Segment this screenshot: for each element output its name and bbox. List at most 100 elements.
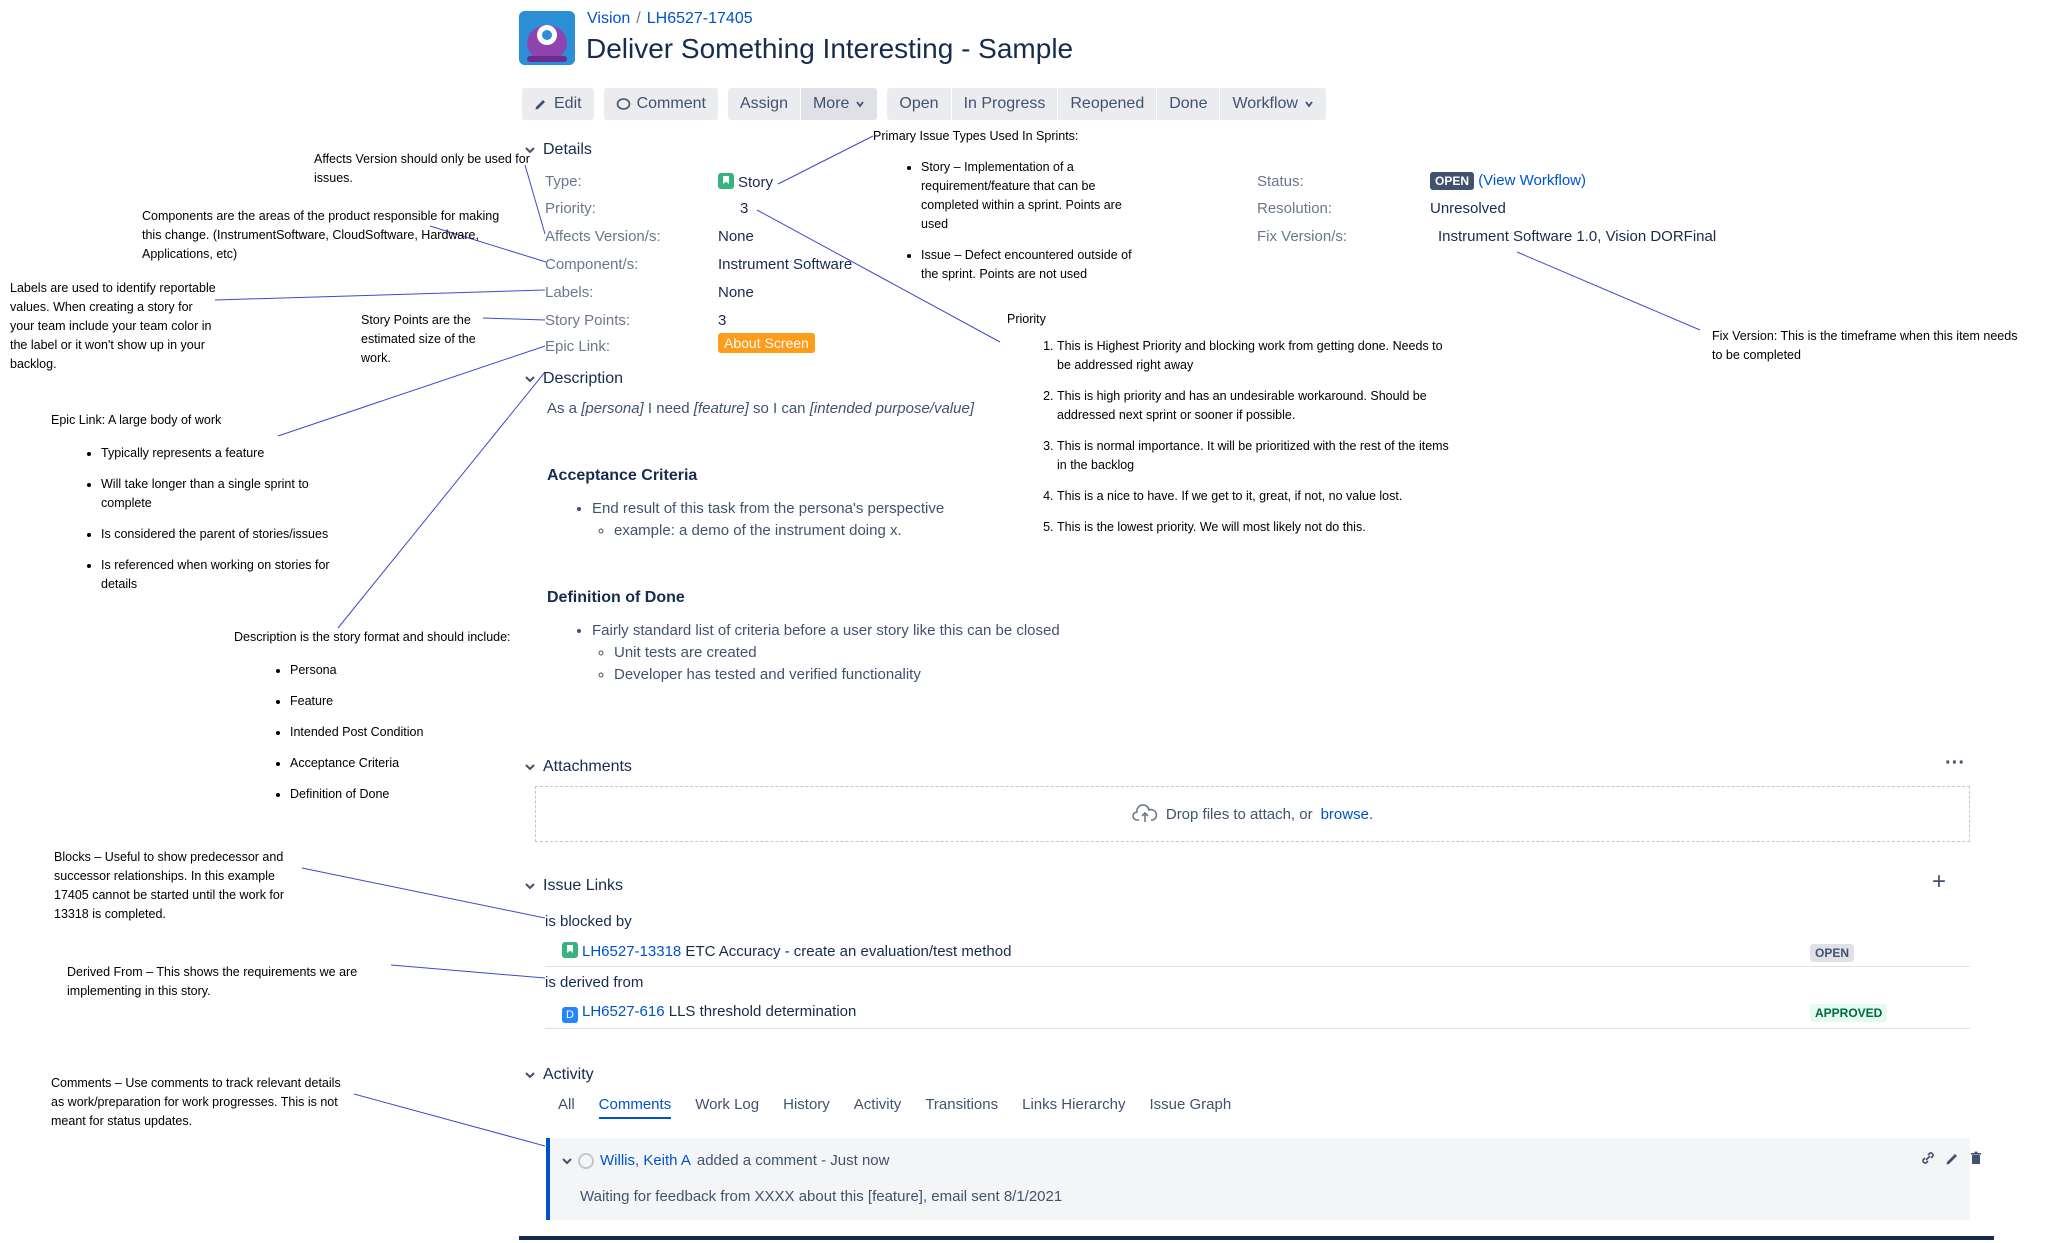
breadcrumb-project[interactable]: Vision (587, 10, 630, 27)
chevron-down-icon[interactable] (562, 1156, 572, 1166)
desc-need: I need (643, 400, 694, 417)
comment-author[interactable]: Willis, Keith A (600, 1152, 691, 1169)
list-item: This is Highest Priority and blocking wo… (1057, 337, 1457, 375)
description-section-toggle[interactable]: Description (525, 370, 623, 388)
annotation-types-title: Primary Issue Types Used In Sprints: (873, 129, 1079, 143)
issue-toolbar: Edit Comment Assign More Open In Progres… (522, 88, 1326, 120)
issue-link-row[interactable]: D LH6527-616 LLS threshold determination (562, 1003, 856, 1023)
list-item: This is the lowest priority. We will mos… (1057, 518, 1457, 537)
status-label: Status: (1257, 173, 1304, 190)
epic-link-value[interactable]: About Screen (718, 333, 815, 353)
comment-icon (616, 97, 630, 110)
chevron-down-icon (525, 1072, 535, 1079)
acceptance-criteria-heading: Acceptance Criteria (547, 467, 698, 484)
annotation-description: Description is the story format and shou… (234, 628, 554, 816)
tab-transitions[interactable]: Transitions (925, 1096, 998, 1119)
comment-label: Comment (636, 95, 706, 112)
issue-links-section-toggle[interactable]: Issue Links (525, 877, 623, 895)
blocked-by-heading: is blocked by (545, 913, 632, 930)
description-heading: Description (543, 370, 624, 387)
ellipsis-icon[interactable]: ··· (1945, 752, 1965, 775)
status-value: OPEN (View Workflow) (1430, 172, 1586, 190)
tab-links-hierarchy[interactable]: Links Hierarchy (1022, 1096, 1125, 1119)
linked-issue-key[interactable]: LH6527-616 (582, 1003, 665, 1020)
cloud-upload-icon (1132, 804, 1157, 822)
definition-of-done-list: Fairly standard list of criteria before … (570, 620, 1370, 686)
derived-from-heading: is derived from (545, 974, 644, 991)
activity-section-toggle[interactable]: Activity (525, 1066, 594, 1084)
in-progress-transition-button[interactable]: In Progress (951, 88, 1058, 120)
avatar[interactable] (578, 1152, 594, 1169)
resolution-label: Resolution: (1257, 200, 1333, 217)
list-item: Feature (290, 692, 554, 711)
open-transition-button[interactable]: Open (887, 88, 951, 120)
divider (545, 1028, 1970, 1029)
done-transition-button[interactable]: Done (1157, 88, 1220, 120)
type-label: Type: (545, 173, 582, 190)
linked-issue-key[interactable]: LH6527-13318 (582, 943, 681, 960)
annotation-affects-version: Affects Version should only be used for … (314, 152, 530, 185)
link-icon[interactable] (1920, 1150, 1936, 1166)
desc-persona: [persona] (581, 400, 644, 417)
pencil-icon[interactable] (1944, 1150, 1960, 1166)
list-item: Acceptance Criteria (290, 754, 554, 773)
browse-link[interactable]: browse. (1321, 806, 1374, 823)
type-value-text: Story (738, 174, 774, 191)
breadcrumb: Vision / LH6527-17405 (587, 10, 753, 27)
tab-activity[interactable]: Activity (854, 1096, 902, 1119)
affects-version-value: None (718, 228, 754, 245)
requirement-icon: D (562, 1007, 578, 1023)
tab-history[interactable]: History (783, 1096, 830, 1119)
list-item: Developer has tested and verified functi… (614, 664, 1370, 686)
breadcrumb-issue-key[interactable]: LH6527-17405 (647, 10, 753, 27)
story-icon (562, 942, 578, 958)
desc-as: As a (547, 400, 582, 417)
assign-button[interactable]: Assign (727, 88, 800, 120)
list-item: Definition of Done (290, 785, 554, 804)
list-item: This is high priority and has an undesir… (1057, 387, 1457, 425)
fix-version-value[interactable]: Instrument Software 1.0, Vision DORFinal (1438, 228, 1716, 245)
list-item: Is referenced when working on stories fo… (101, 556, 331, 594)
tab-work-log[interactable]: Work Log (695, 1096, 759, 1119)
status-lozenge: OPEN (1430, 172, 1475, 190)
annotation-fix-version: Fix Version: This is the timeframe when … (1712, 329, 2018, 362)
workflow-label: Workflow (1232, 95, 1298, 112)
activity-heading: Activity (543, 1066, 594, 1083)
story-points-value: 3 (718, 312, 727, 329)
fix-version-label: Fix Version/s: (1257, 228, 1348, 245)
trash-icon[interactable] (1968, 1150, 1984, 1166)
project-avatar[interactable] (519, 11, 575, 65)
edit-button[interactable]: Edit (522, 88, 594, 120)
component-label: Component/s: (545, 256, 639, 273)
tab-all[interactable]: All (558, 1096, 575, 1119)
epic-lozenge[interactable]: About Screen (718, 333, 815, 353)
comment-actions (1920, 1150, 1984, 1166)
issue-link-row[interactable]: LH6527-13318 ETC Accuracy - create an ev… (562, 942, 1011, 960)
reopened-transition-button[interactable]: Reopened (1058, 88, 1157, 120)
add-link-icon[interactable]: + (1932, 868, 1946, 896)
list-item: Typically represents a feature (101, 444, 331, 463)
component-value[interactable]: Instrument Software (718, 256, 852, 273)
chevron-down-icon (856, 101, 865, 108)
linked-issue-summary: ETC Accuracy - create an evaluation/test… (681, 943, 1012, 960)
annotation-priority-title: Priority (1007, 312, 1046, 326)
comment-button[interactable]: Comment (603, 88, 718, 120)
annotation-derived-from: Derived From – This shows the requiremen… (67, 965, 358, 998)
ac-item-text: End result of this task from the persona… (592, 500, 945, 517)
workflow-button[interactable]: Workflow (1220, 88, 1326, 120)
issue-title[interactable]: Deliver Something Interesting - Sample (586, 33, 1073, 65)
view-workflow-link[interactable]: (View Workflow) (1478, 172, 1586, 189)
annotation-blocks: Blocks – Useful to show predecessor and … (54, 850, 285, 921)
tab-comments[interactable]: Comments (598, 1096, 672, 1119)
priority-label: Priority: (545, 200, 596, 217)
labels-value: None (718, 284, 754, 301)
description-text[interactable]: As a [persona] I need [feature] so I can… (547, 400, 974, 417)
affects-version-label: Affects Version/s: (545, 228, 661, 245)
details-section-toggle[interactable]: Details (525, 141, 592, 159)
tab-issue-graph[interactable]: Issue Graph (1150, 1096, 1232, 1119)
annotation-desc-title: Description is the story format and shou… (234, 630, 511, 644)
pencil-icon (535, 100, 545, 110)
list-item: Is considered the parent of stories/issu… (101, 525, 331, 544)
more-button[interactable]: More (800, 88, 878, 120)
attachment-dropzone[interactable]: Drop files to attach, or browse. (535, 786, 1970, 842)
